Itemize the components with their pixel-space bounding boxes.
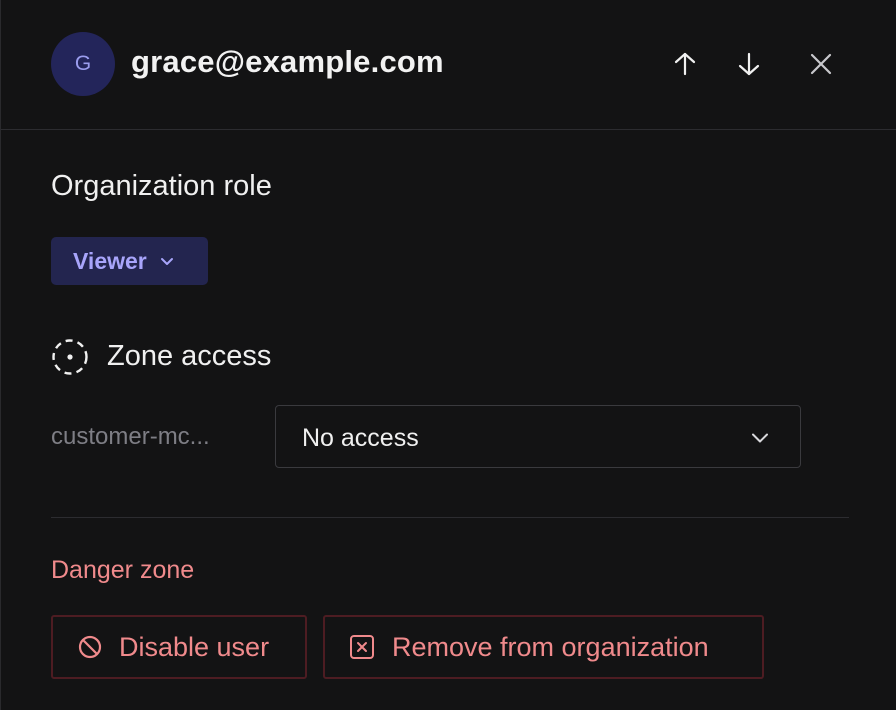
zone-access-select[interactable]: No access <box>275 405 801 468</box>
chevron-down-icon <box>752 433 768 443</box>
role-label: Viewer <box>73 247 147 274</box>
disable-user-button[interactable]: Disable user <box>51 615 307 679</box>
zone-access-value: No access <box>302 424 419 452</box>
danger-zone-title: Danger zone <box>51 556 195 584</box>
zone-name: customer-mc... <box>51 423 210 450</box>
avatar: G <box>51 32 115 96</box>
organization-role-title: Organization role <box>51 170 272 202</box>
disable-user-label: Disable user <box>119 631 270 662</box>
user-email: grace@example.com <box>131 44 444 79</box>
previous-user-button[interactable] <box>665 44 705 84</box>
role-dropdown[interactable]: Viewer <box>51 237 208 285</box>
arrow-up-icon <box>674 52 696 76</box>
panel-header: G grace@example.com <box>1 0 896 130</box>
remove-from-organization-button[interactable]: Remove from organization <box>323 615 764 679</box>
x-square-icon <box>349 634 375 660</box>
zone-access-title: Zone access <box>107 340 272 372</box>
avatar-initial: G <box>74 52 92 75</box>
arrow-down-icon <box>738 52 760 76</box>
close-icon <box>810 53 832 75</box>
user-detail-panel: G grace@example.com Organization role Vi… <box>0 0 896 710</box>
ban-icon <box>77 634 103 660</box>
dashed-circle-icon <box>52 339 88 375</box>
close-button[interactable] <box>801 44 841 84</box>
next-user-button[interactable] <box>729 44 769 84</box>
divider <box>51 517 849 518</box>
chevron-down-icon <box>160 258 173 265</box>
remove-from-organization-label: Remove from organization <box>392 631 709 662</box>
